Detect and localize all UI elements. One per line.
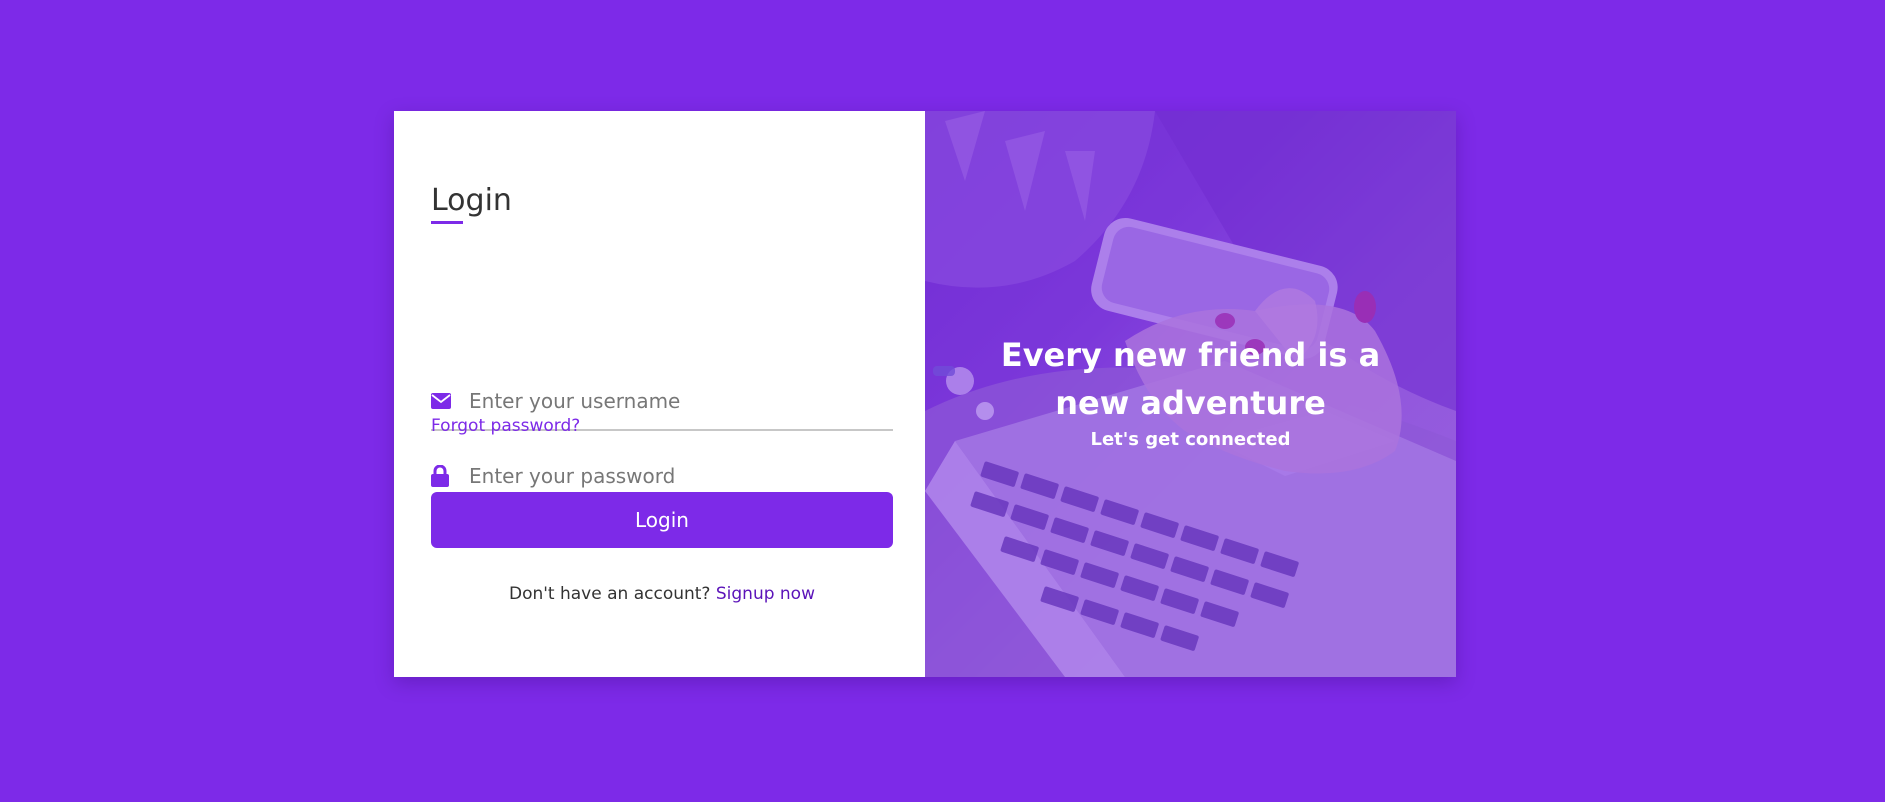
password-input[interactable]: [469, 456, 893, 496]
login-form-panel: Login Forgot password? Login: [394, 111, 925, 677]
hero-image-panel: Every new friend is a new adventure Let'…: [925, 111, 1456, 677]
username-input[interactable]: [469, 381, 893, 421]
title-underline: [431, 221, 463, 224]
signup-prompt: Don't have an account?: [508, 584, 711, 604]
login-card: Login Forgot password? Login: [394, 111, 1456, 677]
signup-link[interactable]: Signup now: [716, 584, 815, 604]
hero-headline: Every new friend is a new adventure: [1000, 336, 1381, 422]
signup-row: Don't have an account? Signup now: [431, 584, 893, 604]
login-button[interactable]: Login: [431, 492, 893, 548]
page-title: Login: [431, 183, 512, 218]
hero-subheadline: Let's get connected: [1090, 429, 1291, 450]
forgot-password-link[interactable]: Forgot password?: [431, 416, 580, 436]
